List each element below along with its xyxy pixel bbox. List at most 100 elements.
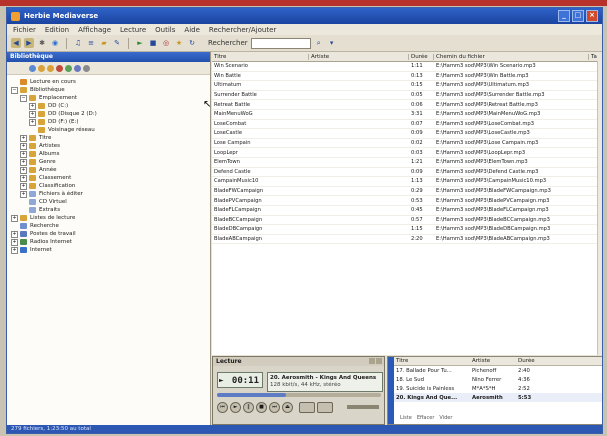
list-icon[interactable]: ≡ [86,38,96,48]
table-row[interactable]: BladeABCampaign 2:20 E:\Hamm3 sod\MP3\Blad… [212,235,602,245]
expand-icon[interactable]: + [29,118,36,126]
tree-item[interactable]: + Genre [7,158,210,166]
queue-side-tab[interactable] [388,357,394,424]
view-icon[interactable] [74,64,81,72]
tree-item[interactable]: + DD (C:) [7,102,210,110]
close-icon[interactable]: × [586,10,598,22]
table-row[interactable]: BladeFLCampaign 0:45 E:\Hamm3 sod\MP3\Blad… [212,206,602,216]
seek-bar[interactable] [217,393,381,397]
expand-icon[interactable]: + [11,238,18,246]
pause-icon[interactable]: ‖ [243,402,254,413]
table-row[interactable]: Win Scenario 1:11 E:\Hamm3 sod\MP3\Win Sce… [212,62,602,72]
eject-icon[interactable]: ⏏ [282,402,293,413]
expand-icon[interactable]: + [20,142,27,150]
column-duration[interactable]: Durée [409,53,434,60]
shuffle-button[interactable] [299,402,315,413]
expand-icon[interactable]: + [20,174,27,182]
tree-item[interactable]: + Classement [7,174,210,182]
edit-icon[interactable]: ✎ [112,38,122,48]
tree-item[interactable]: + Année [7,166,210,174]
repeat-button[interactable] [317,402,333,413]
folder-icon[interactable]: ▰ [99,38,109,48]
stop-icon[interactable]: ■ [148,38,158,48]
track-list-scrollbar[interactable] [597,61,602,355]
gear-icon[interactable]: ✱ [37,38,47,48]
menu-file[interactable]: Fichier [13,26,36,34]
tree-item[interactable]: + DD (Disque 2 (D:) [7,110,210,118]
table-row[interactable]: ElemTown 1:21 E:\Hamm3 sod\MP3\ElemTown.mp… [212,158,602,168]
maximize-icon[interactable]: □ [572,10,584,22]
tree-item[interactable]: + Radios Internet [7,238,210,246]
expand-icon[interactable]: + [20,190,27,198]
globe-icon[interactable]: ◉ [50,38,60,48]
queue-empty-button[interactable]: Vider [439,415,452,421]
list-item[interactable]: 18. Le Sud Nino Ferrer 4:36 [394,375,602,384]
expand-icon[interactable]: + [20,166,27,174]
remove-icon[interactable] [38,64,45,72]
table-row[interactable]: Defend Castle 0:09 E:\Hamm3 sod\MP3\Defend… [212,168,602,178]
next-icon[interactable]: ⏭ [269,402,280,413]
tree-item[interactable]: + Artistes [7,142,210,150]
forward-icon[interactable]: ▶ [24,38,34,48]
tree-item[interactable]: − Bibliothèque [7,86,210,94]
stop-button-icon[interactable]: ■ [256,402,267,413]
back-icon[interactable]: ◀ [11,38,21,48]
tree-item[interactable]: Voisinage réseau [7,126,210,134]
tree-item[interactable]: Recherche [7,222,210,230]
tree-item[interactable]: + Titre [7,134,210,142]
tree-item[interactable]: + Postes de travail [7,230,210,238]
search-input[interactable] [250,37,311,49]
collapse-icon[interactable]: − [20,94,27,102]
table-row[interactable]: BladeFWCampaign 0:29 E:\Hamm3 sod\MP3\Blad… [212,187,602,197]
tag-icon[interactable] [47,64,54,72]
menu-playback[interactable]: Lecture [120,26,146,34]
table-row[interactable]: Win Battle 0:13 E:\Hamm3 sod\MP3\Win Battl… [212,72,602,82]
expand-icon[interactable]: + [11,214,18,222]
cd-icon[interactable]: ◎ [161,38,171,48]
table-row[interactable]: LoseCombat 0:07 E:\Hamm3 sod\MP3\LoseComba… [212,120,602,130]
queue-column-duration[interactable]: Durée [516,358,546,364]
tree-item[interactable]: + Listes de lecture [7,214,210,222]
queue-column-artist[interactable]: Artiste [470,358,516,364]
play-button-icon[interactable]: ► [230,402,241,413]
tree-item[interactable]: − Emplacement [7,94,210,102]
expand-icon[interactable]: + [29,102,36,110]
volume-slider[interactable] [347,405,379,409]
table-row[interactable]: BladeBCCampaign 0:57 E:\Hamm3 sod\MP3\Blad… [212,216,602,226]
minimize-icon[interactable]: _ [558,10,570,22]
expand-icon[interactable]: + [11,230,18,238]
table-row[interactable]: Surrender Battle 0:05 E:\Hamm3 sod\MP3\Sur… [212,91,602,101]
menu-view[interactable]: Affichage [78,26,111,34]
tree-item[interactable]: + DD (F:) (E:) [7,118,210,126]
menu-edit[interactable]: Edition [45,26,69,34]
options-icon[interactable]: ▾ [327,38,337,48]
list-item[interactable]: 20. Kings And Que... Aerosmith 5:53 [394,393,602,402]
column-artist[interactable]: Artiste [309,53,409,60]
search-icon[interactable]: ⌕ [314,38,324,48]
menu-help[interactable]: Aide [184,26,199,34]
play-icon[interactable]: ► [135,38,145,48]
expand-icon[interactable]: + [20,150,27,158]
expand-icon[interactable]: + [11,246,18,254]
tree-item[interactable]: + Classification [7,182,210,190]
tree-item[interactable]: + Albums [7,150,210,158]
tree-item[interactable]: Extraits [7,206,210,214]
table-row[interactable]: MainMenuWoG 3:31 E:\Hamm3 sod\MP3\MainMenu… [212,110,602,120]
column-extra[interactable]: Ta [589,54,602,60]
collapse-icon[interactable]: − [11,86,18,94]
column-file-path[interactable]: Chemin du fichier [434,53,589,60]
properties-icon[interactable] [65,64,72,72]
tree-item[interactable]: + Internet [7,246,210,254]
expand-icon[interactable]: + [20,134,27,142]
queue-column-title[interactable]: Titre [394,358,470,364]
list-item[interactable]: 19. Suicide is Painless M*A*S*H 2:52 [394,384,602,393]
table-row[interactable]: Ultimatum 0:15 E:\Hamm3 sod\MP3\Ultimatum.… [212,81,602,91]
info-icon[interactable] [56,64,63,72]
tree-item[interactable]: Lecture en cours [7,78,210,86]
music-icon[interactable]: ♫ [73,38,83,48]
player-close-icon[interactable] [376,358,382,364]
tree-item[interactable]: CD Virtuel [7,198,210,206]
filter-icon[interactable] [83,64,90,72]
queue-list-button[interactable]: Liste [400,415,412,421]
expand-icon[interactable]: + [29,110,36,118]
